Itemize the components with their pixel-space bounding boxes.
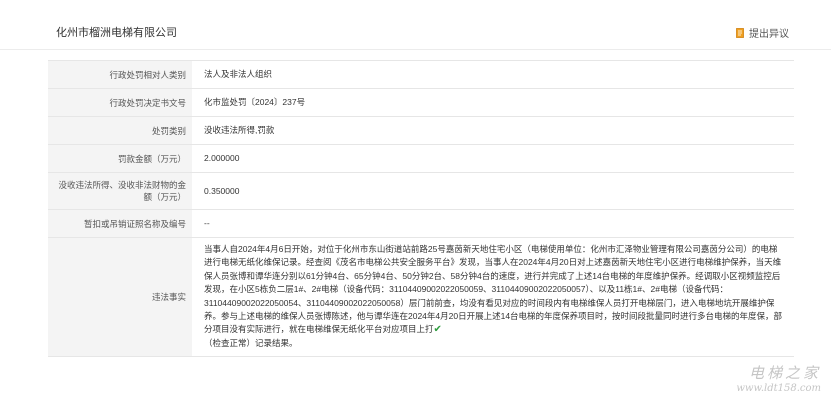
row-label: 罚款金额（万元） (48, 145, 192, 172)
row-label: 行政处罚相对人类别 (48, 61, 192, 88)
watermark: 电梯之家 www.ldt158.com (736, 362, 821, 394)
table-row: 行政处罚相对人类别 法人及非法人组织 (48, 61, 794, 89)
check-mark-icon: ✔ (433, 324, 442, 336)
row-value: 2.000000 (204, 153, 240, 163)
company-name: 化州市榴洲电梯有限公司 (56, 27, 177, 39)
row-label: 暂扣或吊销证照名称及编号 (48, 210, 192, 237)
row-label: 违法事实 (48, 238, 192, 356)
objection-label: 提出异议 (749, 29, 789, 40)
row-value: 没收违法所得,罚款 (204, 125, 275, 135)
table-row-facts: 违法事实 当事人自2024年4月6日开始，对位于化州市东山街道站前路25号嘉茵新… (48, 238, 794, 357)
watermark-url: www.ldt158.com (736, 383, 821, 394)
facts-body: 当事人自2024年4月6日开始，对位于化州市东山街道站前路25号嘉茵新天地住宅小… (204, 244, 783, 335)
objection-button[interactable]: 提出异议 (736, 25, 789, 40)
table-row: 暂扣或吊销证照名称及编号 -- (48, 210, 794, 238)
row-label: 行政处罚决定书文号 (48, 89, 192, 116)
table-row: 行政处罚决定书文号 化市监处罚〔2024〕237号 (48, 89, 794, 117)
penalty-info-table: 行政处罚相对人类别 法人及非法人组织 行政处罚决定书文号 化市监处罚〔2024〕… (48, 60, 794, 357)
row-value: 化市监处罚〔2024〕237号 (204, 97, 306, 107)
watermark-brand: 电梯之家 (748, 364, 821, 382)
document-edit-icon (736, 27, 744, 38)
page-header: 化州市榴洲电梯有限公司 提出异议 (0, 0, 831, 50)
row-value: 0.350000 (204, 185, 240, 196)
row-value: 法人及非法人组织 (204, 69, 273, 79)
table-row: 没收违法所得、没收非法财物的金额（万元） 0.350000 (48, 173, 794, 210)
facts-tail: （检查正常）记录结果。 (204, 337, 298, 348)
row-value: -- (204, 218, 210, 228)
violation-facts-text: 当事人自2024年4月6日开始，对位于化州市东山街道站前路25号嘉茵新天地住宅小… (192, 238, 794, 356)
row-label: 处罚类别 (48, 117, 192, 144)
table-row: 处罚类别 没收违法所得,罚款 (48, 117, 794, 145)
row-label: 没收违法所得、没收非法财物的金额（万元） (48, 173, 192, 209)
table-row: 罚款金额（万元） 2.000000 (48, 145, 794, 173)
